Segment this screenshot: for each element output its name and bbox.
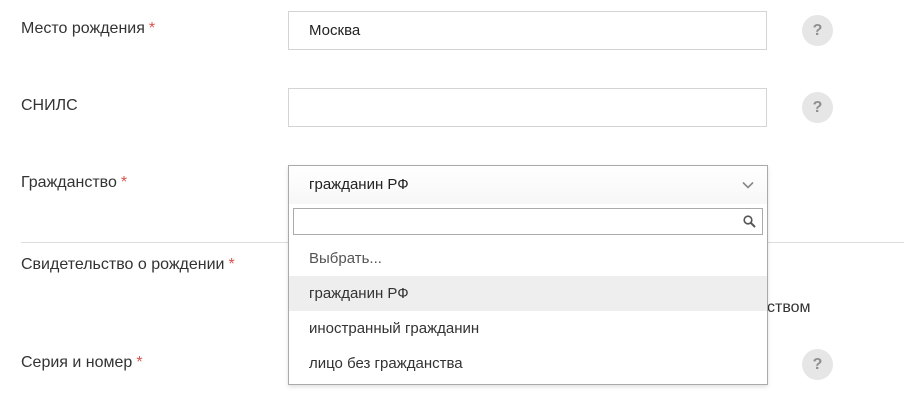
birth-certificate-option-text: ством [767,299,811,316]
citizenship-label: Гражданство * [21,173,127,193]
citizenship-label-text: Гражданство [21,174,117,191]
snils-label-text: СНИЛС [21,97,78,114]
citizenship-search-input[interactable] [294,209,746,234]
snils-label: СНИЛС [21,96,78,116]
required-mark: * [136,354,143,371]
citizenship-selected-value: гражданин РФ [309,176,409,193]
citizenship-select[interactable]: гражданин РФ Выбрать... гражданин РФ ино… [288,165,768,385]
form-page: Место рождения* ? СНИЛС ? Гражданство* С… [0,0,904,410]
birthplace-help-icon[interactable]: ? [802,15,833,46]
required-mark: * [148,20,156,37]
citizenship-option-stateless[interactable]: лицо без гражданства [289,346,767,381]
citizenship-option-rf-citizen[interactable]: гражданин РФ [289,276,767,311]
birth-certificate-label: Свидетельство о рождении * [21,255,235,275]
birthplace-input[interactable] [288,11,767,50]
required-mark: * [120,174,128,191]
snils-help-icon[interactable]: ? [802,92,833,123]
birthplace-label-text: Место рождения [21,20,145,37]
citizenship-option-placeholder[interactable]: Выбрать... [289,241,767,276]
series-number-help-icon[interactable]: ? [802,349,833,380]
citizenship-option-foreign-citizen[interactable]: иностранный гражданин [289,311,767,346]
snils-input[interactable] [288,88,767,127]
search-icon [743,215,756,228]
birthplace-label: Место рождения * [21,19,155,39]
series-number-label: Серия и номер * [21,353,143,373]
chevron-down-icon[interactable] [741,178,755,192]
required-mark: * [228,256,235,273]
citizenship-search-box[interactable] [293,208,763,235]
birth-certificate-label-text: Свидетельство о рождении [21,256,225,273]
citizenship-options-list: Выбрать... гражданин РФ иностранный граж… [289,241,767,381]
series-number-label-text: Серия и номер [21,354,133,371]
citizenship-select-current[interactable]: гражданин РФ [289,166,767,204]
